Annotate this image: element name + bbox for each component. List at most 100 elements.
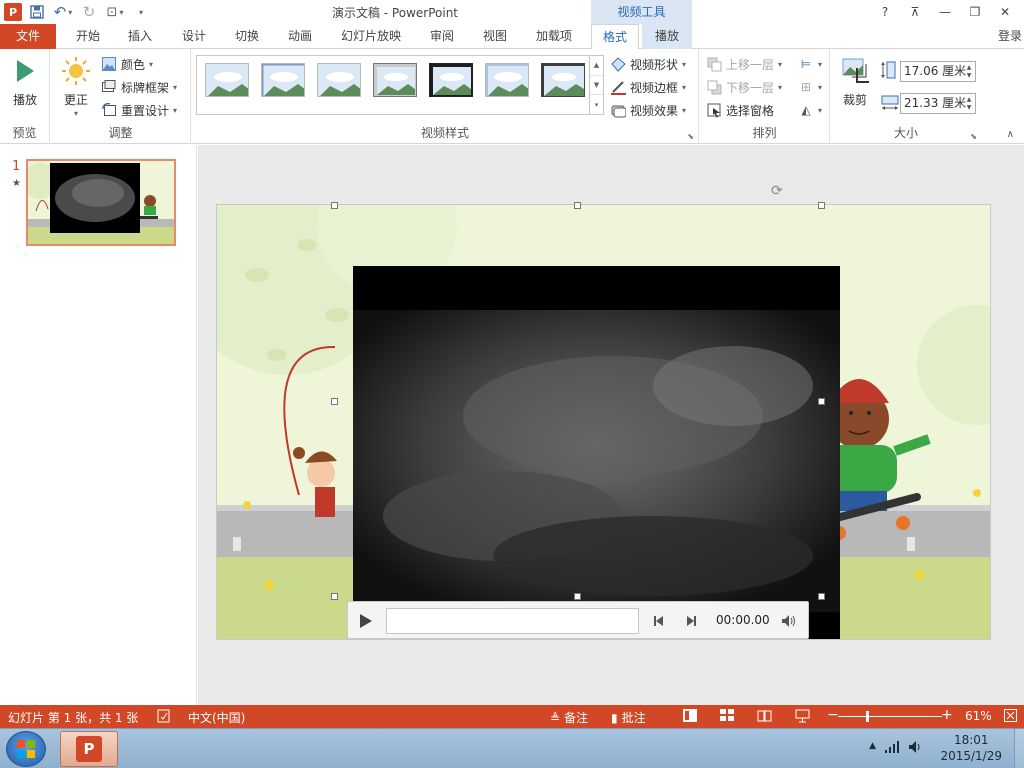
gallery-up-button[interactable]: ▲ (590, 56, 603, 76)
help-button[interactable]: ? (870, 0, 900, 24)
tab-format[interactable]: 格式 (591, 24, 639, 50)
color-button[interactable]: 颜色 ▾ (101, 53, 153, 75)
dialog-launcher-icon[interactable]: ⬊ (687, 132, 694, 141)
bring-forward-button[interactable]: 上移一层 ▾ (706, 53, 782, 75)
slide-canvas[interactable] (216, 204, 991, 640)
resize-handle[interactable] (331, 593, 338, 600)
minimize-button[interactable]: — (930, 0, 960, 24)
rotate-button[interactable]: ◭ ▾ (798, 99, 822, 121)
corrections-button[interactable]: 更正 ▾ (57, 55, 95, 118)
selection-pane-button[interactable]: 选择窗格 (706, 99, 774, 121)
start-from-beginning-button[interactable]: ⊡ ▾ (104, 2, 126, 22)
login-link[interactable]: 登录 (998, 24, 1022, 49)
zoom-slider[interactable] (838, 716, 942, 717)
video-style-thumb[interactable] (429, 63, 473, 97)
send-backward-button[interactable]: 下移一层 ▾ (706, 76, 782, 98)
width-spinner[interactable]: ▲ ▼ (963, 94, 975, 113)
tab-playback[interactable]: 播放 (642, 24, 692, 49)
video-effects-button[interactable]: 视频效果 ▾ (610, 99, 686, 121)
volume-button[interactable] (780, 612, 798, 630)
reset-design-button[interactable]: 重置设计 ▾ (101, 99, 177, 121)
resize-handle[interactable] (574, 593, 581, 600)
video-timeline[interactable] (386, 608, 639, 634)
video-style-thumb[interactable] (373, 63, 417, 97)
step-back-button[interactable] (650, 612, 668, 630)
video-frame[interactable] (353, 266, 840, 639)
video-effects-icon (611, 105, 626, 117)
zoom-out-button[interactable]: − (827, 707, 839, 723)
speaker-icon[interactable] (908, 740, 924, 757)
reading-view-button[interactable] (757, 709, 772, 722)
tab-review[interactable]: 审阅 (418, 24, 466, 49)
notes-button[interactable]: ≜ 备注 (550, 709, 588, 726)
tab-file[interactable]: 文件 (0, 24, 56, 49)
spell-check-icon[interactable] (157, 709, 171, 723)
resize-handle[interactable] (331, 398, 338, 405)
tab-insert[interactable]: 插入 (116, 24, 164, 49)
restore-button[interactable]: ❐ (960, 0, 990, 24)
taskbar-powerpoint-button[interactable]: P (60, 731, 118, 767)
video-shape-button[interactable]: 视频形状 ▾ (610, 53, 686, 75)
tab-home[interactable]: 开始 (64, 24, 112, 49)
redo-button[interactable]: ↻ (78, 2, 100, 22)
fit-to-window-button[interactable] (1004, 709, 1017, 722)
slide-thumbnail[interactable] (26, 159, 176, 246)
close-button[interactable]: ✕ (990, 0, 1020, 24)
tab-slideshow[interactable]: 幻灯片放映 (333, 24, 409, 49)
taskbar-clock[interactable]: 18:01 2015/1/29 (940, 732, 1002, 764)
gallery-more-button[interactable]: ▾ (590, 95, 603, 114)
resize-handle[interactable] (331, 202, 338, 209)
resize-handle[interactable] (574, 202, 581, 209)
customize-qat-button[interactable]: ▾ (130, 2, 152, 22)
size-group-label: 大小 (893, 126, 918, 140)
show-hidden-icons-button[interactable]: ▲ (869, 741, 876, 751)
slideshow-view-button[interactable] (795, 709, 810, 723)
slide-sorter-button[interactable] (720, 709, 734, 722)
network-icon[interactable] (884, 740, 900, 757)
zoom-in-button[interactable]: + (941, 707, 953, 723)
ribbon-display-options-button[interactable]: ⊼ (900, 0, 930, 24)
video-style-thumb[interactable] (261, 63, 305, 97)
show-desktop-button[interactable] (1014, 729, 1024, 768)
video-style-thumb[interactable] (485, 63, 529, 97)
align-button[interactable]: ⊨ ▾ (798, 53, 822, 75)
video-play-button[interactable] (356, 611, 376, 631)
poster-frame-button[interactable]: 标牌框架 ▾ (101, 76, 177, 98)
save-icon (30, 5, 44, 19)
notes-label: 备注 (564, 711, 589, 725)
width-input[interactable]: 21.33 厘米 ▲ ▼ (900, 93, 976, 114)
save-button[interactable] (26, 2, 48, 22)
group-button[interactable]: ⊞ ▾ (798, 76, 822, 98)
start-button[interactable] (6, 731, 46, 767)
undo-button[interactable]: ↶ ▾ (52, 2, 74, 22)
language-status[interactable]: 中文(中国) (188, 709, 245, 726)
step-forward-button[interactable] (682, 612, 700, 630)
resize-handle[interactable] (818, 593, 825, 600)
collapse-ribbon-icon[interactable]: ∧ (1007, 129, 1014, 140)
tab-addins[interactable]: 加载项 (526, 24, 582, 49)
arrange-group: 上移一层 ▾ 下移一层 ▾ 选择窗格 ⊨ ▾ ⊞ ▾ ◭ ▾ 排列 (700, 49, 830, 144)
rotate-handle-icon[interactable]: ⟳ (771, 183, 783, 199)
chevron-down-icon: ▾ (138, 7, 143, 17)
crop-button[interactable]: 裁剪 (837, 55, 873, 108)
zoom-slider-thumb[interactable] (866, 711, 869, 722)
video-border-button[interactable]: 视频边框 ▾ (610, 76, 686, 98)
size-dialog-launcher-icon[interactable]: ⬊ (970, 132, 977, 141)
play-button[interactable]: 播放 (6, 55, 44, 108)
preview-group-label: 预览 (12, 126, 37, 140)
tab-transitions[interactable]: 切换 (223, 24, 271, 49)
gallery-down-button[interactable]: ▼ (590, 76, 603, 96)
resize-handle[interactable] (818, 202, 825, 209)
tab-view[interactable]: 视图 (471, 24, 519, 49)
video-style-thumb[interactable] (317, 63, 361, 97)
normal-view-button[interactable] (683, 709, 697, 722)
video-style-thumb[interactable] (541, 63, 585, 97)
comments-button[interactable]: ▮ 批注 (611, 709, 646, 726)
video-style-thumb[interactable] (205, 63, 249, 97)
tab-design[interactable]: 设计 (170, 24, 218, 49)
height-spinner[interactable]: ▲ ▼ (963, 62, 975, 81)
tab-animations[interactable]: 动画 (276, 24, 324, 49)
resize-handle[interactable] (818, 398, 825, 405)
height-input[interactable]: 17.06 厘米 ▲ ▼ (900, 61, 976, 82)
zoom-level[interactable]: 61% (965, 709, 992, 723)
